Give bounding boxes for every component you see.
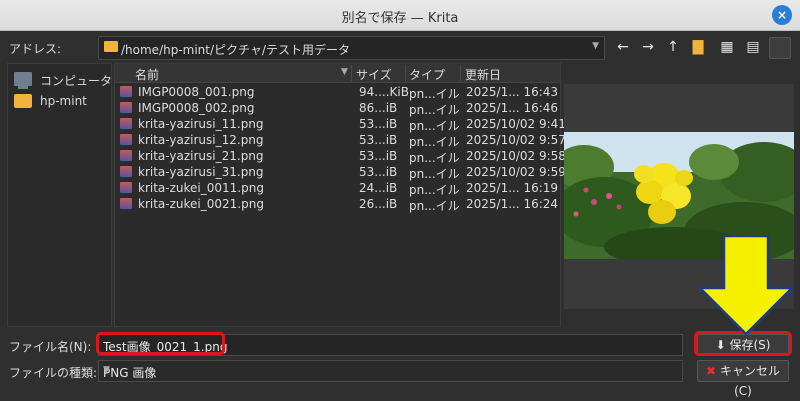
preview-toggle-button[interactable] [769, 37, 791, 59]
file-modified: 2025/10/02 9:41 [466, 117, 566, 131]
file-size: 26...iB [359, 197, 398, 211]
file-name: krita-yazirusi_11.png [138, 117, 264, 131]
file-row[interactable]: IMGP0008_002.png 86...iB pn...イル 2025/1... … [115, 100, 560, 117]
file-size: 94....KiB [359, 85, 409, 99]
file-row[interactable]: krita-zukei_0011.png 24...iB pn...イル 2025/1… [115, 180, 560, 197]
file-row[interactable]: IMGP0008_001.png 94....KiB pn...イル 2025/1..… [115, 84, 560, 101]
address-path: /home/hp-mint/ピクチャ/テスト用データ [121, 43, 350, 57]
sort-indicator-icon: ▼ [341, 67, 348, 77]
icon-view-icon[interactable]: ▦ [717, 37, 737, 57]
folder-icon [104, 41, 118, 52]
file-name: IMGP0008_002.png [138, 101, 255, 115]
close-icon[interactable]: × [772, 5, 792, 25]
up-arrow-icon[interactable]: ↑ [663, 37, 683, 57]
file-name: krita-yazirusi_12.png [138, 133, 264, 147]
file-modified: 2025/1... 16:43 [466, 85, 559, 99]
column-header-size[interactable]: サイズ [356, 66, 392, 83]
file-size: 24...iB [359, 181, 398, 195]
file-row[interactable]: krita-zukei_0021.png 26...iB pn...イル 2025/1… [115, 196, 560, 213]
file-modified: 2025/10/02 9:59 [466, 165, 566, 179]
column-divider[interactable] [351, 65, 352, 81]
column-header-name[interactable]: 名前 [135, 66, 159, 83]
computer-icon [14, 72, 32, 89]
chevron-down-icon[interactable]: ▼ [592, 41, 599, 51]
forward-arrow-icon[interactable]: → [638, 37, 658, 57]
filename-highlight-box [96, 332, 225, 355]
image-file-icon [120, 102, 132, 113]
back-arrow-icon[interactable]: ← [613, 37, 633, 57]
column-divider[interactable] [460, 65, 461, 81]
cancel-button[interactable]: ✖ キャンセル(C) [697, 360, 789, 398]
window-title: 別名で保存 — Krita [341, 11, 459, 26]
file-size: 53...iB [359, 165, 398, 179]
file-list: 名前 ▼ サイズ タイプ 更新日 IMGP0008_001.png 94....K… [114, 63, 566, 327]
cancel-button-label: キャンセル(C) [719, 364, 780, 398]
file-row[interactable]: krita-yazirusi_21.png 53...iB pn...イル 2025/… [115, 148, 566, 165]
file-modified: 2025/1... 16:46 [466, 101, 559, 115]
file-row[interactable]: krita-yazirusi_11.png 53...iB pn...イル 2025/… [115, 116, 566, 133]
address-label: アドレス: [9, 42, 62, 56]
file-name: IMGP0008_001.png [138, 85, 255, 99]
detail-view-icon[interactable]: ▤ [743, 37, 763, 57]
cancel-icon: ✖ [706, 364, 717, 378]
file-size: 53...iB [359, 133, 398, 147]
folder-icon [14, 94, 32, 108]
address-bar: アドレス: /home/hp-mint/ピクチャ/テスト用データ ▼ ← → ↑… [0, 34, 800, 60]
filename-label: ファイル名(N): [9, 340, 92, 354]
image-file-icon [120, 182, 132, 193]
column-divider[interactable] [405, 65, 406, 81]
column-header-type[interactable]: タイプ [409, 66, 445, 83]
chevron-down-icon[interactable]: ▼ [103, 365, 676, 375]
file-modified: 2025/1... 16:24 [466, 197, 559, 211]
filetype-row: ファイルの種類: PNG 画像 ▼ ✖ キャンセル(C) [0, 359, 800, 398]
file-modified: 2025/10/02 9:58 [466, 149, 566, 163]
image-file-icon [120, 134, 132, 145]
filetype-label: ファイルの種類: [9, 366, 98, 380]
annotation-arrow-icon [696, 236, 796, 336]
file-modified: 2025/1... 16:19 [466, 181, 559, 195]
places-sidebar: コンピュータ hp-mint [7, 63, 112, 327]
image-file-icon [120, 166, 132, 177]
title-bar: 別名で保存 — Krita × [0, 0, 800, 31]
sidebar-item-label: hp-mint [40, 94, 87, 108]
file-size: 53...iB [359, 149, 398, 163]
file-type: pn...イル [409, 199, 460, 213]
file-name: krita-zukei_0011.png [138, 181, 264, 195]
file-row[interactable]: krita-yazirusi_12.png 53...iB pn...イル 2025/… [115, 132, 566, 149]
file-size: 53...iB [359, 117, 398, 131]
file-list-header: 名前 ▼ サイズ タイプ 更新日 [115, 64, 560, 83]
file-name: krita-yazirusi_31.png [138, 165, 264, 179]
column-header-modified[interactable]: 更新日 [465, 66, 501, 83]
file-row[interactable]: krita-yazirusi_31.png 53...iB pn...イル 2025/… [115, 164, 566, 181]
filetype-select[interactable]: PNG 画像 ▼ [98, 360, 683, 382]
file-name: krita-zukei_0021.png [138, 197, 264, 211]
file-name: krita-yazirusi_21.png [138, 149, 264, 163]
image-file-icon [120, 86, 132, 97]
image-file-icon [120, 118, 132, 129]
address-combobox[interactable]: /home/hp-mint/ピクチャ/テスト用データ ▼ [98, 36, 605, 60]
sidebar-item-label: コンピュータ [40, 74, 113, 88]
image-file-icon [120, 150, 132, 161]
file-size: 86...iB [359, 101, 398, 115]
image-file-icon [120, 198, 132, 209]
new-folder-icon[interactable]: ▇ [688, 37, 708, 57]
file-modified: 2025/10/02 9:57 [466, 133, 566, 147]
